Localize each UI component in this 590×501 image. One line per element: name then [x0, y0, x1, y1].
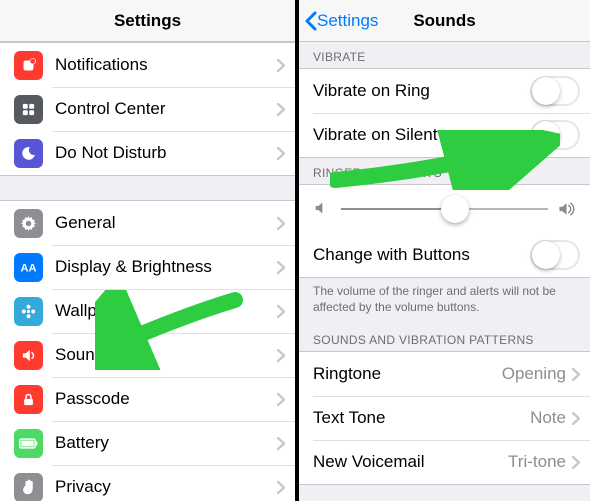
row-detail: Tri-tone [508, 452, 566, 472]
row-label: Text Tone [313, 408, 530, 428]
settings-group-1: Notifications Control Center Do Not Dist… [0, 42, 295, 176]
volume-slider[interactable] [341, 194, 548, 224]
row-label: New Voicemail [313, 452, 508, 472]
speaker-icon [14, 341, 43, 370]
back-button[interactable]: Settings [305, 11, 378, 31]
row-label: Do Not Disturb [55, 143, 277, 163]
brightness-icon: AA [14, 253, 43, 282]
row-label: Passcode [55, 389, 277, 409]
control-center-icon [14, 95, 43, 124]
row-wallpaper[interactable]: Wallpaper [0, 289, 295, 333]
row-control-center[interactable]: Control Center [0, 87, 295, 131]
settings-root-pane: Settings Notifications Control Center Do… [0, 0, 295, 501]
settings-group-2: General AA Display & Brightness Wallpape… [0, 200, 295, 501]
volume-high-icon [558, 200, 576, 218]
row-general[interactable]: General [0, 201, 295, 245]
row-label: General [55, 213, 277, 233]
chevron-right-icon [277, 481, 285, 494]
row-new-voicemail[interactable]: New Voicemail Tri-tone [299, 440, 590, 484]
hand-icon [14, 473, 43, 501]
vibrate-list: Vibrate on Ring Vibrate on Silent [299, 68, 590, 158]
chevron-right-icon [572, 368, 580, 381]
chevron-right-icon [277, 59, 285, 72]
row-vibrate-on-silent[interactable]: Vibrate on Silent [299, 113, 590, 157]
chevron-right-icon [277, 103, 285, 116]
row-label: Change with Buttons [313, 245, 530, 265]
chevron-right-icon [277, 261, 285, 274]
row-text-tone[interactable]: Text Tone Note [299, 396, 590, 440]
navbar-left: Settings [0, 0, 295, 42]
row-label: Wallpaper [55, 301, 277, 321]
navbar-right: Settings Sounds [299, 0, 590, 42]
row-vibrate-on-ring[interactable]: Vibrate on Ring [299, 69, 590, 113]
row-label: Battery [55, 433, 277, 453]
row-label: Control Center [55, 99, 277, 119]
row-label: Privacy [55, 477, 277, 497]
chevron-right-icon [277, 305, 285, 318]
row-label: Notifications [55, 55, 277, 75]
row-detail: Opening [502, 364, 566, 384]
row-notifications[interactable]: Notifications [0, 43, 295, 87]
chevron-right-icon [277, 393, 285, 406]
ringer-list: Change with Buttons [299, 184, 590, 278]
row-ringtone[interactable]: Ringtone Opening [299, 352, 590, 396]
section-footer-ringer: The volume of the ringer and alerts will… [299, 278, 590, 325]
row-passcode[interactable]: Passcode [0, 377, 295, 421]
chevron-right-icon [277, 217, 285, 230]
patterns-list: Ringtone Opening Text Tone Note New Voic… [299, 351, 590, 485]
row-label: Display & Brightness [55, 257, 277, 277]
chevron-right-icon [572, 456, 580, 469]
row-battery[interactable]: Battery [0, 421, 295, 465]
toggle-change-with-buttons[interactable] [530, 240, 580, 270]
section-header-vibrate: VIBRATE [299, 42, 590, 68]
sounds-detail-pane: Settings Sounds VIBRATE Vibrate on Ring … [299, 0, 590, 501]
lock-icon [14, 385, 43, 414]
chevron-right-icon [277, 437, 285, 450]
row-change-with-buttons[interactable]: Change with Buttons [299, 233, 590, 277]
moon-icon [14, 139, 43, 168]
row-sounds[interactable]: Sounds [0, 333, 295, 377]
chevron-right-icon [277, 147, 285, 160]
chevron-right-icon [277, 349, 285, 362]
back-label: Settings [317, 11, 378, 31]
row-display-brightness[interactable]: AA Display & Brightness [0, 245, 295, 289]
page-title: Sounds [413, 11, 475, 31]
section-header-ringer: RINGER AND ALERTS [299, 158, 590, 184]
page-title: Settings [114, 11, 181, 31]
row-detail: Note [530, 408, 566, 428]
notifications-icon [14, 51, 43, 80]
row-privacy[interactable]: Privacy [0, 465, 295, 501]
row-do-not-disturb[interactable]: Do Not Disturb [0, 131, 295, 175]
section-header-patterns: SOUNDS AND VIBRATION PATTERNS [299, 325, 590, 351]
toggle-vibrate-on-silent[interactable] [530, 120, 580, 150]
volume-low-icon [313, 200, 331, 218]
row-label: Sounds [55, 345, 277, 365]
row-label: Ringtone [313, 364, 502, 384]
row-label: Vibrate on Ring [313, 81, 530, 101]
row-label: Vibrate on Silent [313, 125, 530, 145]
chevron-right-icon [572, 412, 580, 425]
row-volume-slider[interactable] [299, 185, 590, 233]
toggle-vibrate-on-ring[interactable] [530, 76, 580, 106]
flower-icon [14, 297, 43, 326]
svg-text:AA: AA [20, 262, 36, 274]
gear-icon [14, 209, 43, 238]
battery-icon [14, 429, 43, 458]
